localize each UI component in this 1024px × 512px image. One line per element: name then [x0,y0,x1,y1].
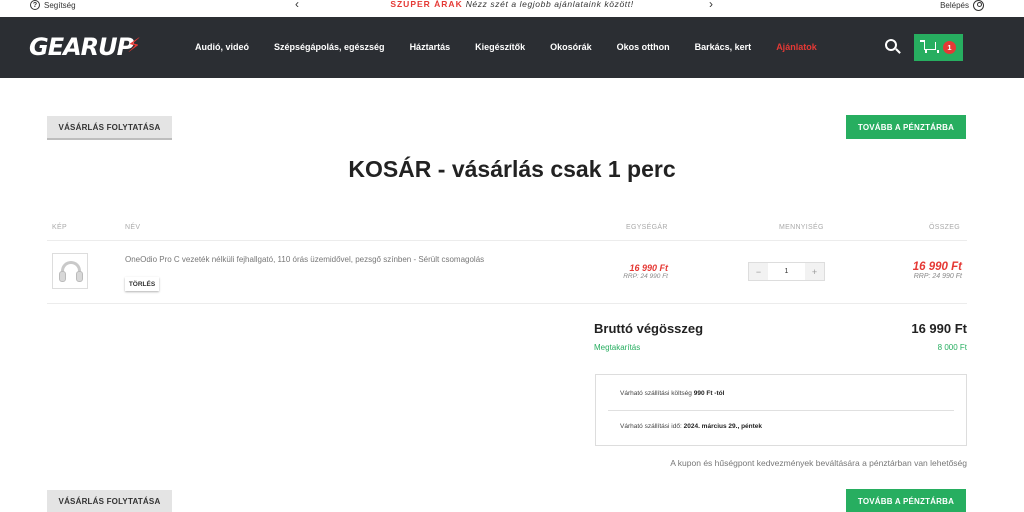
cart-icon [920,40,939,53]
table-divider [47,240,967,241]
logo[interactable]: GEARUP ⚡ [29,33,141,61]
lightning-icon: ⚡ [127,33,141,57]
user-icon [973,0,984,11]
menu-item-diy[interactable]: Barkács, kert [695,42,752,52]
cart-button[interactable]: 1 [914,34,963,61]
main-header: GEARUP ⚡ Audió, videó Szépségápolás, egé… [0,17,1024,78]
saving-label: Megtakarítás [594,343,641,352]
search-icon[interactable] [885,39,897,51]
menu-item-household[interactable]: Háztartás [410,42,451,52]
menu-item-beauty[interactable]: Szépségápolás, egészség [274,42,385,52]
delete-button[interactable]: TÖRLÉS [125,277,159,291]
page-title: KOSÁR - vásárlás csak 1 perc [348,156,676,182]
menu-item-smarthome[interactable]: Okos otthon [617,42,670,52]
promo-next-arrow[interactable]: › [709,0,713,11]
top-bar: ? Segítség ‹ SZUPER ÁRAK Nézz szét a leg… [0,0,1024,14]
checkout-button-bottom[interactable]: TOVÁBB A PÉNZTÁRBA [846,489,966,512]
promo-banner[interactable]: SZUPER ÁRAK Nézz szét a legjobb ajánlata… [0,0,1024,9]
product-thumbnail[interactable] [52,253,88,289]
checkout-button[interactable]: TOVÁBB A PÉNZTÁRBA [846,115,966,139]
main-menu: Audió, videó Szépségápolás, egészség Ház… [195,42,842,52]
cart-count-badge: 1 [943,41,956,54]
menu-item-smartwatches[interactable]: Okosórák [550,42,592,52]
login-label: Belépés [940,0,969,10]
divider [608,410,954,411]
menu-item-audio[interactable]: Audió, videó [195,42,249,52]
col-header-image: KÉP [52,224,67,231]
continue-shopping-button[interactable]: VÁSÁRLÁS FOLYTATÁSA [47,116,172,140]
coupon-note: A kupon és hűségpont kedvezmények bevált… [670,458,967,468]
table-divider [47,303,967,304]
line-rrp: RRP: 24 990 Ft [913,273,962,280]
gross-total-label: Bruttó végösszeg [594,321,704,336]
shipping-time-value: 2024. március 29., péntek [683,423,763,430]
shipping-time-label: Várható szállítási idő: [620,423,682,430]
col-header-name: NÉV [125,224,141,231]
login-link[interactable]: Belépés [940,0,984,11]
promo-text: Nézz szét a legjobb ajánlataink között! [465,0,634,9]
decrease-button[interactable]: − [749,263,768,280]
quantity-input[interactable]: 1 [768,263,805,280]
unit-price: 16 990 Ft [629,263,668,273]
shipping-cost-value: 990 Ft -tól [693,390,725,397]
quantity-stepper: − 1 + [748,262,825,281]
shipping-info-box: Várható szállítási költség 990 Ft -tól V… [595,374,967,446]
col-header-quantity: MENNYISÉG [779,224,824,231]
shipping-cost-label: Várható szállítási költség [620,390,692,397]
col-header-unit-price: EGYSÉGÁR [626,224,668,231]
col-header-total: ÖSSZEG [929,224,960,231]
continue-shopping-button-bottom[interactable]: VÁSÁRLÁS FOLYTATÁSA [47,490,172,512]
line-total: 16 990 Ft [912,261,962,273]
increase-button[interactable]: + [805,263,824,280]
shipping-time-row: Várható szállítási idő: 2024. március 29… [620,423,762,430]
promo-highlight: SZUPER ÁRAK [390,0,463,9]
gross-total-value: 16 990 Ft [911,321,967,336]
menu-item-accessories[interactable]: Kiegészítők [475,42,525,52]
saving-value: 8 000 Ft [937,343,967,352]
product-name-link[interactable]: OneOdio Pro C vezeték nélküli fejhallgat… [125,255,484,264]
shipping-cost-row: Várható szállítási költség 990 Ft -tól [620,390,724,397]
logo-text: GEARU [29,33,118,61]
menu-item-offers[interactable]: Ajánlatok [776,42,817,52]
unit-rrp: RRP: 24 990 Ft [623,273,668,280]
